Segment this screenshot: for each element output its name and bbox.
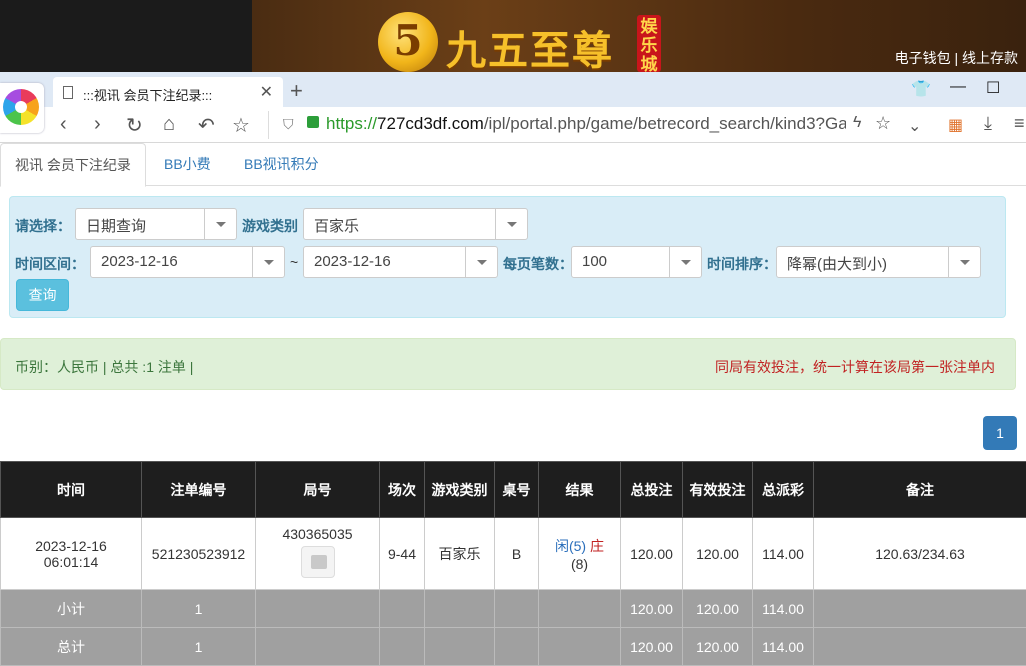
header-session: 场次 — [380, 462, 425, 518]
download-icon[interactable]: ⤓ — [984, 113, 992, 134]
summary-currency-count: 币别：人民币 | 总共 :1 注单 | — [15, 357, 193, 377]
chevron-down-icon — [252, 247, 284, 277]
document-icon — [63, 86, 73, 99]
summary-notice: 同局有效投注，统一计算在该局第一张注单内 — [715, 357, 995, 377]
subtotal-total-bet: 120.00 — [621, 590, 683, 628]
undo-icon[interactable]: ↶ — [198, 113, 215, 138]
date-to-select[interactable]: 2023-12-16 — [303, 246, 498, 278]
banner-links[interactable]: 电子钱包 | 线上存款 — [895, 48, 1018, 68]
header-valid-bet: 有效投注 — [683, 462, 753, 518]
cell-total-bet[interactable]: 120.00 — [621, 518, 683, 590]
header-total-bet: 总投注 — [621, 462, 683, 518]
cell-time: 2023-12-1606:01:14 — [1, 518, 142, 590]
chevron-down-icon[interactable]: ⌄ — [908, 116, 921, 136]
chevron-down-icon — [465, 247, 497, 277]
header-remark: 备注 — [814, 462, 1026, 518]
chevron-down-icon — [669, 247, 701, 277]
apps-grid-icon[interactable]: ▦ — [948, 115, 963, 135]
video-replay-icon[interactable] — [301, 546, 335, 578]
cell-table-no: B — [495, 518, 539, 590]
chevron-down-icon — [948, 247, 980, 277]
bet-record-table: 时间 注单编号 局号 场次 游戏类别 桌号 结果 总投注 有效投注 总派彩 备注… — [0, 461, 1026, 666]
query-type-select[interactable]: 日期查询 — [75, 208, 237, 240]
new-tab-icon[interactable]: + — [290, 78, 303, 104]
home-icon[interactable]: ⌂ — [163, 113, 175, 136]
grandtotal-label: 总计 — [1, 628, 142, 666]
grandtotal-total-bet: 120.00 — [621, 628, 683, 666]
per-page-select[interactable]: 100 — [571, 246, 702, 278]
query-type-label: 请选择： — [15, 216, 71, 236]
per-page-label: 每页笔数： — [503, 254, 573, 274]
sort-label: 时间排序： — [707, 254, 777, 274]
cell-payout: 114.00 — [753, 518, 814, 590]
table-header-row: 时间 注单编号 局号 场次 游戏类别 桌号 结果 总投注 有效投注 总派彩 备注 — [1, 462, 1026, 518]
game-type-label: 游戏类别 — [242, 216, 298, 236]
cell-game: 百家乐 — [425, 518, 495, 590]
tab-bb-tips[interactable]: BB小费 — [150, 143, 225, 187]
back-icon[interactable]: ‹ — [60, 113, 67, 136]
brand-name: 九五至尊 — [446, 18, 614, 76]
grandtotal-valid-bet: 120.00 — [683, 628, 753, 666]
favorite-star-icon[interactable]: ☆ — [232, 113, 250, 138]
query-button[interactable]: 查询 — [16, 279, 69, 311]
subtotal-label: 小计 — [1, 590, 142, 628]
game-type-select[interactable]: 百家乐 — [303, 208, 528, 240]
header-bet-no: 注单编号 — [142, 462, 256, 518]
tab-bb-points[interactable]: BB视讯积分 — [230, 143, 333, 187]
subtotal-count: 1 — [142, 590, 256, 628]
page-tabs: 视讯 会员下注纪录 BB小费 BB视讯积分 — [0, 143, 1026, 186]
menu-icon[interactable]: ≡ — [1014, 113, 1025, 134]
chevron-down-icon — [495, 209, 527, 239]
browser-tab-active[interactable]: :::视讯 会员下注纪录::: ✕ — [53, 77, 283, 107]
header-time: 时间 — [1, 462, 142, 518]
pagination-page-button[interactable]: 1 — [983, 416, 1017, 450]
header-table-no: 桌号 — [495, 462, 539, 518]
bookmark-star-icon[interactable]: ☆ — [875, 113, 891, 134]
browser-toolbar: ‹ › ↻ ⌂ ↶ ☆ ⛉ https://727cd3df.com/ipl/p… — [0, 107, 1026, 143]
lock-icon — [307, 116, 319, 128]
address-bar[interactable]: ⛉ https://727cd3df.com/ipl/portal.php/ga… — [268, 111, 900, 139]
cell-session: 9-44 — [380, 518, 425, 590]
browser-tab-title: :::视讯 会员下注纪录::: — [83, 85, 212, 104]
range-separator: ~ — [290, 254, 298, 270]
brand-tag: 娱乐城 — [637, 15, 661, 72]
grandtotal-count: 1 — [142, 628, 256, 666]
subtotal-row: 小计 1 120.00 120.00 114.00 — [1, 590, 1026, 628]
summary-bar: 币别：人民币 | 总共 :1 注单 | 同局有效投注，统一计算在该局第一张注单内 — [0, 338, 1016, 390]
browser-app-icon[interactable] — [0, 83, 44, 133]
brand-logo-icon: 5 — [378, 12, 438, 72]
close-tab-icon[interactable]: ✕ — [260, 82, 273, 102]
header-payout: 总派彩 — [753, 462, 814, 518]
skin-icon[interactable]: 👕 — [911, 79, 931, 99]
maximize-icon[interactable]: ☐ — [986, 78, 1000, 98]
minimize-icon[interactable]: — — [950, 78, 966, 96]
url-text[interactable]: https://727cd3df.com/ipl/portal.php/game… — [326, 114, 846, 134]
cell-round-no: 430365035 — [256, 518, 380, 590]
time-range-label: 时间区间： — [15, 254, 85, 274]
forward-icon[interactable]: › — [94, 113, 101, 136]
filter-panel: 请选择： 日期查询 游戏类别 百家乐 时间区间： 2023-12-16 ~ 20… — [9, 196, 1006, 318]
cell-bet-no: 521230523912 — [142, 518, 256, 590]
reload-icon[interactable]: ↻ — [126, 113, 143, 138]
grandtotal-row: 总计 1 120.00 120.00 114.00 — [1, 628, 1026, 666]
cell-result: 闲(5) 庄(8) — [539, 518, 621, 590]
subtotal-payout: 114.00 — [753, 590, 814, 628]
lightning-icon[interactable]: ϟ — [853, 114, 861, 132]
cell-remark: 120.63/234.63 — [814, 518, 1026, 590]
shield-icon: ⛉ — [283, 116, 294, 133]
tab-member-bet-record[interactable]: 视讯 会员下注纪录 — [0, 143, 146, 187]
date-from-select[interactable]: 2023-12-16 — [90, 246, 285, 278]
banner-dark-area — [0, 0, 252, 72]
cell-valid-bet: 120.00 — [683, 518, 753, 590]
header-result: 结果 — [539, 462, 621, 518]
site-banner: 5 九五至尊 娱乐城 电子钱包 | 线上存款 — [0, 0, 1026, 72]
subtotal-valid-bet: 120.00 — [683, 590, 753, 628]
chevron-down-icon — [204, 209, 236, 239]
header-round-no: 局号 — [256, 462, 380, 518]
table-row: 2023-12-1606:01:14 521230523912 43036503… — [1, 518, 1026, 590]
grandtotal-payout: 114.00 — [753, 628, 814, 666]
sort-select[interactable]: 降幂(由大到小) — [776, 246, 981, 278]
header-game-type: 游戏类别 — [425, 462, 495, 518]
